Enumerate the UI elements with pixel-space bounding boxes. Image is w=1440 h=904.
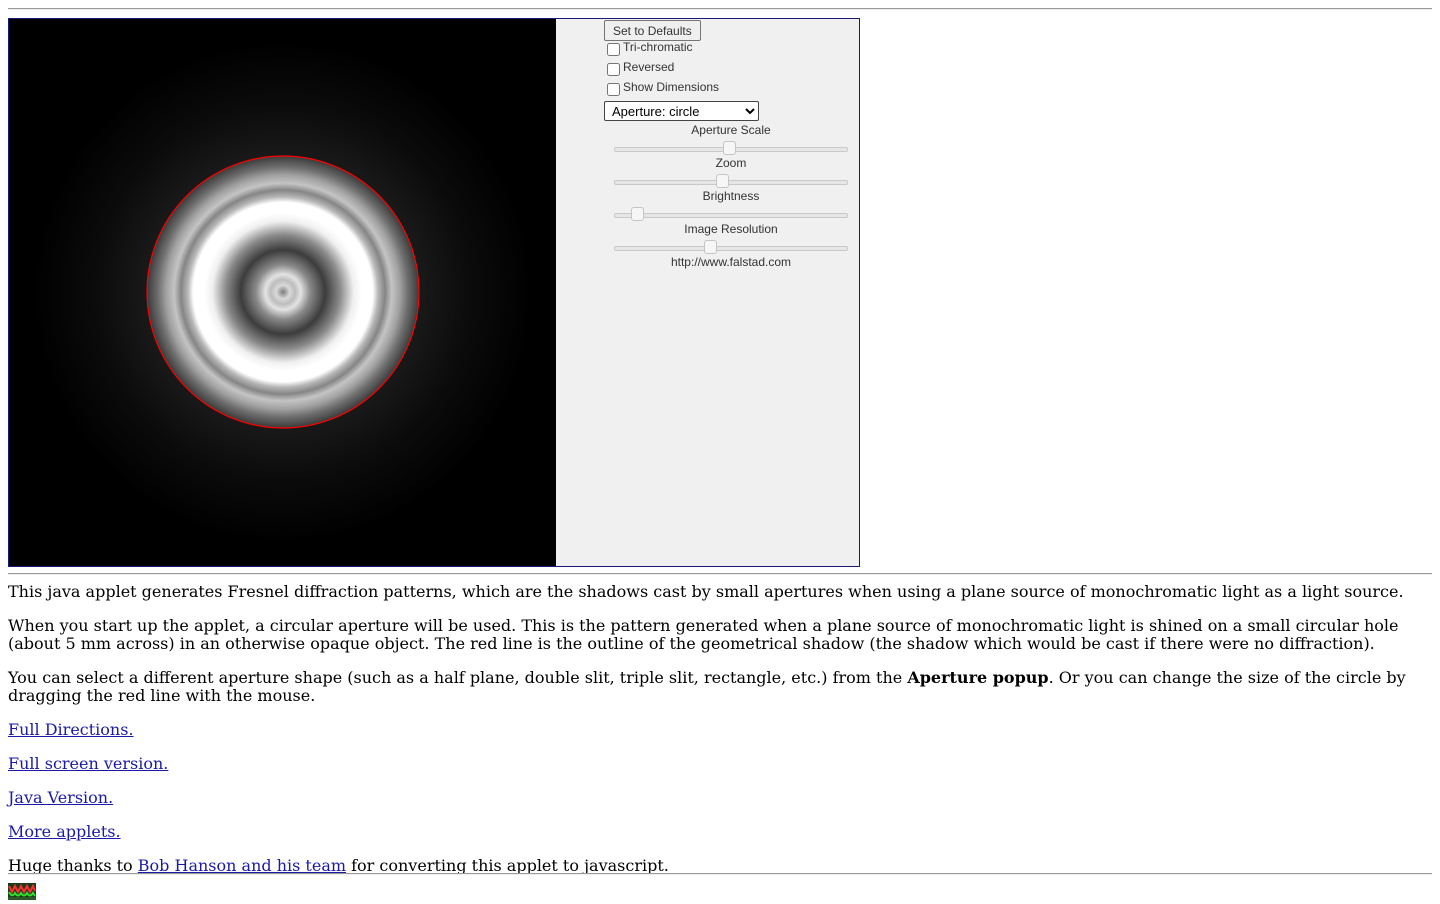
reversed-label: Reversed	[623, 60, 675, 74]
description: This java applet generates Fresnel diffr…	[8, 583, 1432, 891]
zoom-thumb[interactable]	[715, 174, 729, 188]
show-dimensions-checkbox[interactable]	[607, 83, 620, 96]
more-applets-line: More applets.	[8, 823, 1432, 841]
trichromatic-option[interactable]: Tri-chromatic	[607, 40, 693, 58]
brightness-label: Brightness	[702, 189, 760, 203]
image-resolution-slider[interactable]	[614, 240, 848, 254]
diffraction-rings	[147, 156, 419, 428]
aperture-scale-thumb[interactable]	[722, 141, 736, 155]
middle-divider	[8, 573, 1432, 575]
zoom-label: Zoom	[715, 156, 747, 170]
aperture-shape-paragraph: You can select a different aperture shap…	[8, 669, 1432, 705]
image-resolution-track[interactable]	[614, 246, 848, 251]
brightness-thumb[interactable]	[631, 207, 645, 221]
java-version-link[interactable]: Java Version.	[8, 788, 113, 807]
full-screen-version-link[interactable]: Full screen version.	[8, 754, 168, 773]
brightness-slider[interactable]	[614, 207, 848, 221]
fresnel-applet: Set to Defaults Tri-chromatic Reversed S…	[8, 18, 860, 567]
control-panel: Set to Defaults Tri-chromatic Reversed S…	[556, 19, 859, 566]
image-resolution-label: Image Resolution	[684, 222, 778, 236]
java-line: Java Version.	[8, 789, 1432, 807]
reversed-option[interactable]: Reversed	[607, 60, 674, 78]
diffraction-canvas[interactable]	[9, 19, 556, 566]
zoom-track[interactable]	[614, 180, 848, 185]
aperture-popup-term: Aperture popup	[907, 668, 1049, 687]
zoom-slider[interactable]	[614, 174, 848, 188]
aperture-shape-text-start: You can select a different aperture shap…	[8, 668, 908, 687]
bottom-divider	[8, 873, 1432, 875]
directions-line: Full Directions.	[8, 721, 1432, 739]
more-applets-link[interactable]: More applets.	[8, 822, 121, 841]
falstad-logo-icon[interactable]	[8, 883, 36, 900]
aperture-scale-slider[interactable]	[614, 141, 848, 155]
trichromatic-label: Tri-chromatic	[623, 40, 693, 54]
full-directions-link[interactable]: Full Directions.	[8, 720, 134, 739]
top-divider	[8, 8, 1432, 10]
intro-paragraph: This java applet generates Fresnel diffr…	[8, 582, 1404, 601]
diffraction-pattern	[9, 19, 556, 566]
show-dimensions-label: Show Dimensions	[623, 80, 720, 94]
image-resolution-thumb[interactable]	[703, 240, 717, 254]
show-dimensions-option[interactable]: Show Dimensions	[607, 80, 719, 98]
aperture-scale-label: Aperture Scale	[691, 123, 771, 137]
falstad-logo-graphic	[8, 883, 36, 900]
set-to-defaults-button[interactable]: Set to Defaults	[604, 20, 701, 41]
brightness-track[interactable]	[614, 213, 848, 218]
reversed-checkbox[interactable]	[607, 63, 620, 76]
falstad-url-text: http://www.falstad.com	[670, 255, 792, 269]
fullscreen-line: Full screen version.	[8, 755, 1432, 773]
trichromatic-checkbox[interactable]	[607, 43, 620, 56]
circular-aperture-paragraph: When you start up the applet, a circular…	[8, 616, 1399, 653]
aperture-select[interactable]: Aperture: circle	[604, 101, 759, 121]
